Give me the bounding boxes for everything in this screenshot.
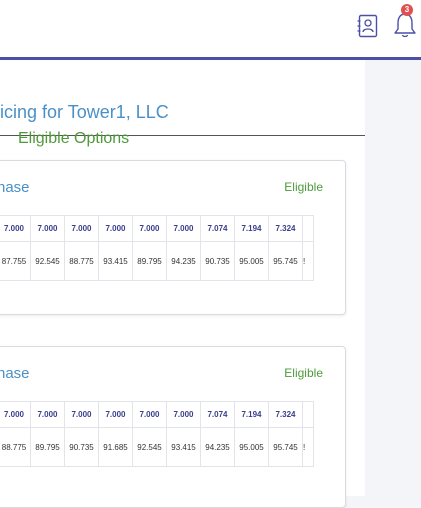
rate-cell[interactable]: 7.324 (268, 401, 303, 428)
price-cell[interactable]: 93.415 (166, 427, 201, 467)
rate-cell[interactable]: 7.194 (234, 215, 269, 242)
price-row: 88.775 89.795 90.735 91.685 92.545 93.41… (0, 427, 314, 467)
price-cell[interactable]: 95.005 (234, 427, 269, 467)
price-cell[interactable]: 94.235 (166, 241, 201, 281)
price-cell[interactable]: 95.745 (268, 241, 303, 281)
rate-price-table: 7.000 7.000 7.000 7.000 7.000 7.000 7.07… (0, 215, 314, 281)
rate-cell[interactable]: 7.000 (0, 401, 31, 428)
rate-cell[interactable] (302, 401, 314, 428)
rate-cell[interactable]: 7.000 (166, 401, 201, 428)
price-cell[interactable]: 89.795 (132, 241, 167, 281)
rate-cell[interactable]: 7.000 (132, 401, 167, 428)
price-cell[interactable]: 88.775 (0, 427, 31, 467)
price-row: 87.755 92.545 88.775 93.415 89.795 94.23… (0, 241, 314, 281)
price-cell[interactable]: 88.775 (64, 241, 99, 281)
rate-cell[interactable]: 7.000 (30, 401, 65, 428)
pricing-card: hase Eligible 7.000 7.000 7.000 7.000 7.… (0, 160, 346, 315)
rate-cell[interactable] (302, 215, 314, 242)
page-title: icing for Tower1, LLC (0, 102, 169, 122)
notification-badge: 3 (401, 4, 413, 16)
price-cell[interactable]: 92.545 (132, 427, 167, 467)
top-bar: 3 (0, 0, 421, 57)
rate-cell[interactable]: 7.324 (268, 215, 303, 242)
price-cell[interactable]: 90.735 (200, 241, 235, 281)
rate-cell[interactable]: 7.000 (64, 401, 99, 428)
contact-book-icon[interactable] (357, 14, 379, 38)
eligibility-status: Eligible (284, 366, 323, 380)
price-cell[interactable]: 91.685 (98, 427, 133, 467)
rate-cell[interactable]: 7.074 (200, 215, 235, 242)
card-title: hase (0, 179, 30, 196)
rate-cell[interactable]: 7.074 (200, 401, 235, 428)
eligibility-status: Eligible (284, 180, 323, 194)
rate-cell[interactable]: 7.000 (98, 401, 133, 428)
rate-cell[interactable]: 7.000 (98, 215, 133, 242)
price-cell[interactable]: 94.235 (200, 427, 235, 467)
rate-cell[interactable]: 7.000 (132, 215, 167, 242)
rate-cell[interactable]: 7.000 (166, 215, 201, 242)
price-cell[interactable]: ! (302, 241, 314, 281)
rate-cell[interactable]: 7.194 (234, 401, 269, 428)
price-cell[interactable]: 90.735 (64, 427, 99, 467)
price-cell[interactable]: 92.545 (30, 241, 65, 281)
rate-row: 7.000 7.000 7.000 7.000 7.000 7.000 7.07… (0, 215, 314, 242)
rate-price-table: 7.000 7.000 7.000 7.000 7.000 7.000 7.07… (0, 401, 314, 467)
price-cell[interactable]: ! (302, 427, 314, 467)
rate-cell[interactable]: 7.000 (64, 215, 99, 242)
rate-cell[interactable]: 7.000 (30, 215, 65, 242)
price-cell[interactable]: 95.005 (234, 241, 269, 281)
price-cell[interactable]: 93.415 (98, 241, 133, 281)
price-cell[interactable]: 95.745 (268, 427, 303, 467)
rate-row: 7.000 7.000 7.000 7.000 7.000 7.000 7.07… (0, 401, 314, 428)
price-cell[interactable]: 87.755 (0, 241, 31, 281)
page-subtitle: Eligible Options (18, 130, 130, 147)
price-cell[interactable]: 89.795 (30, 427, 65, 467)
pricing-card: nase Eligible 7.000 7.000 7.000 7.000 7.… (0, 346, 346, 508)
card-title: nase (0, 365, 30, 382)
rate-cell[interactable]: 7.000 (0, 215, 31, 242)
